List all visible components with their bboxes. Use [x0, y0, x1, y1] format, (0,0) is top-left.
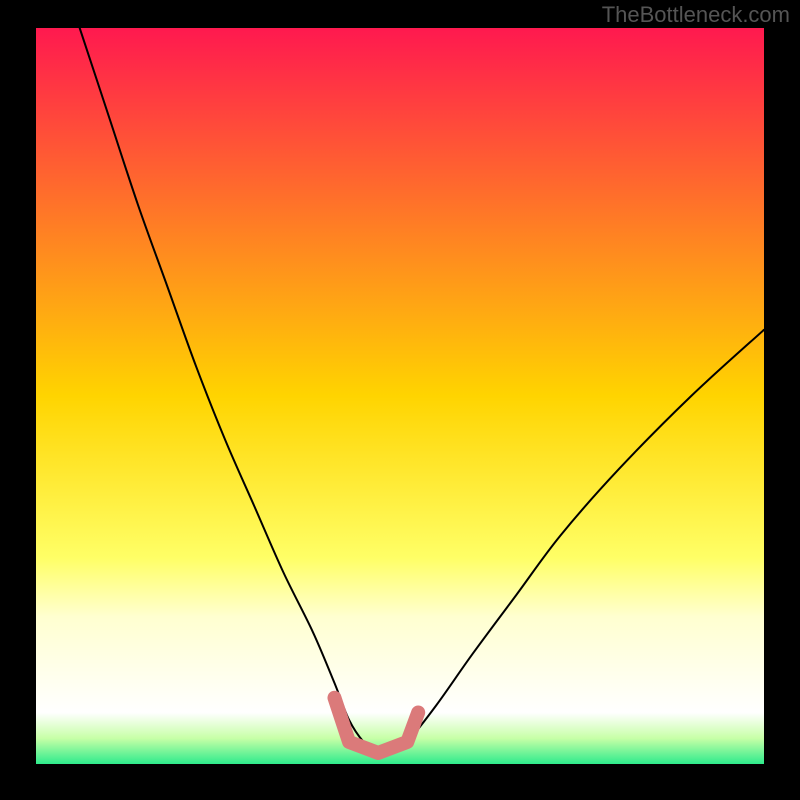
chart-container: TheBottleneck.com — [0, 0, 800, 800]
watermark-label: TheBottleneck.com — [602, 2, 790, 28]
bottleneck-chart — [0, 0, 800, 800]
chart-background-gradient — [36, 28, 764, 764]
